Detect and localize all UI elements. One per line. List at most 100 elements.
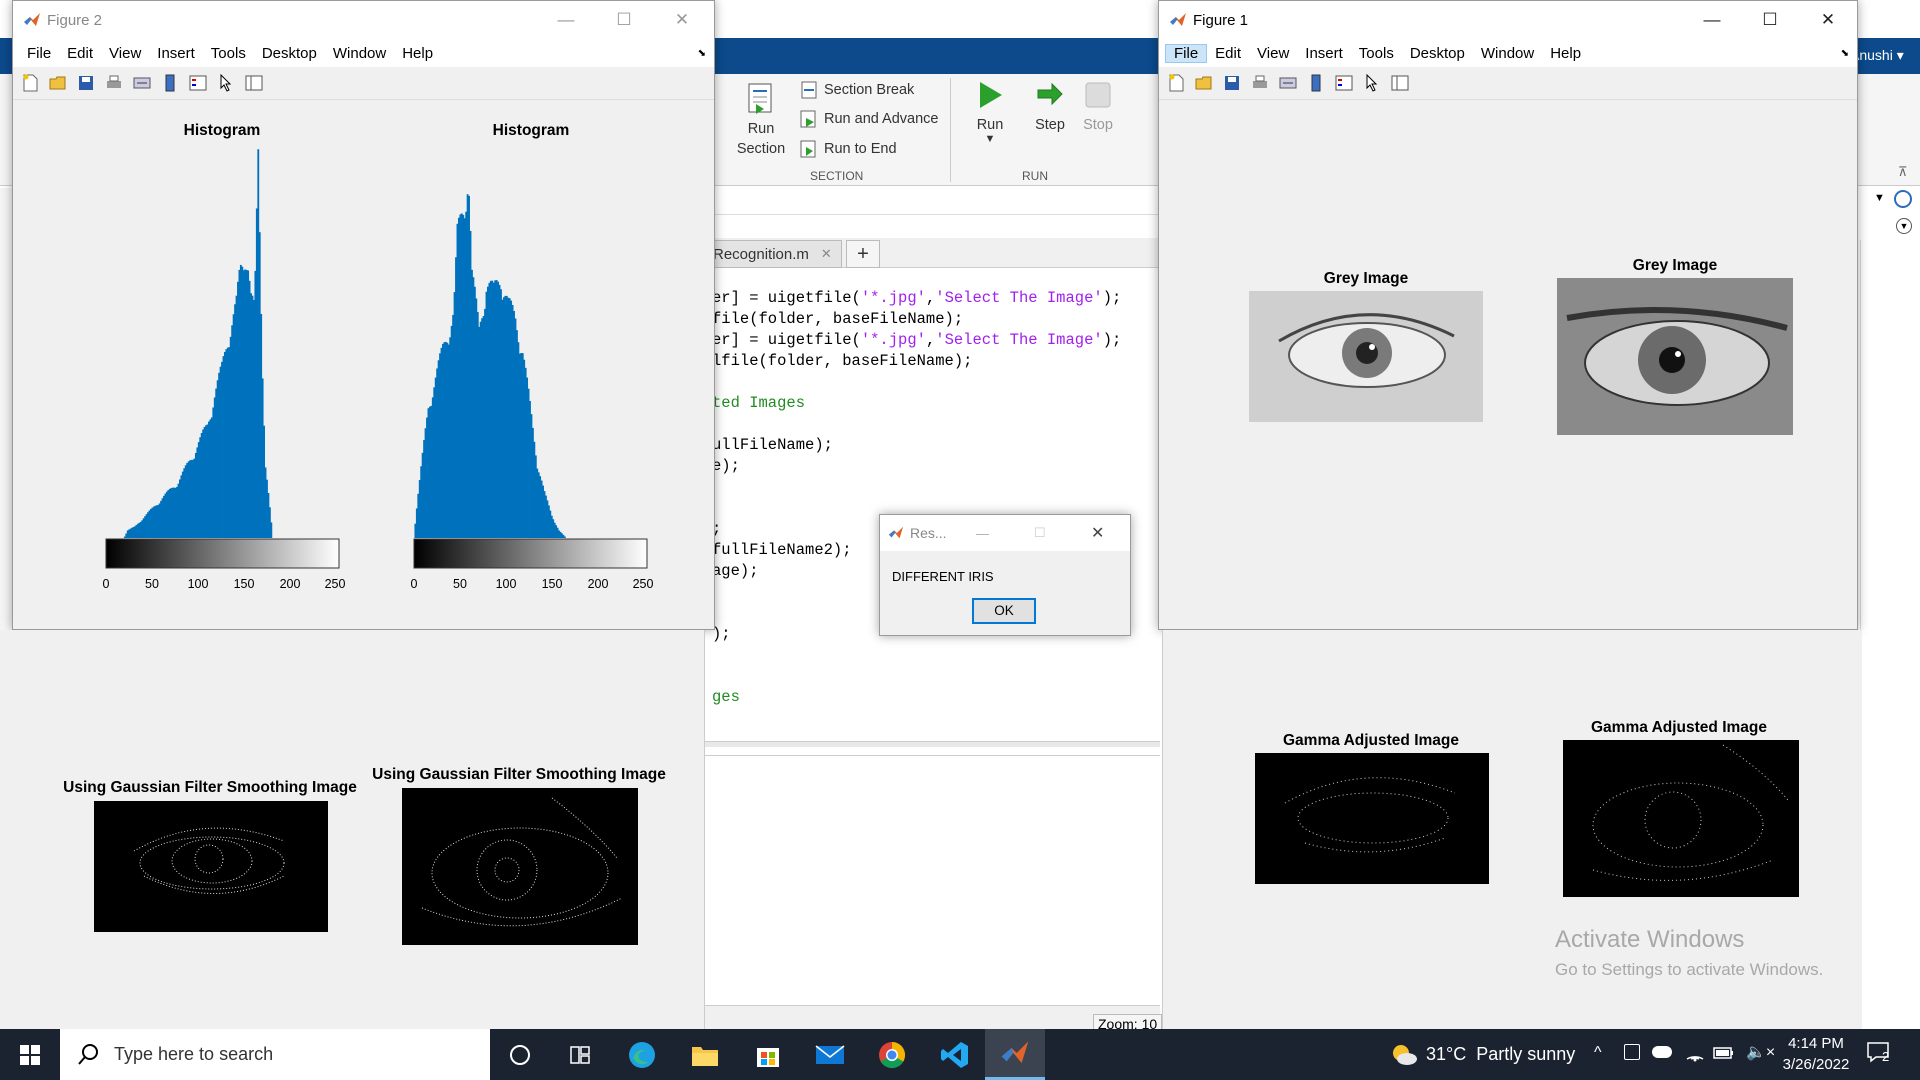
run-section-button[interactable]: Run Section xyxy=(733,78,789,162)
menu-file[interactable]: File xyxy=(1165,43,1208,63)
undock-icon[interactable]: ⬊ xyxy=(1833,48,1857,59)
new-figure-icon[interactable] xyxy=(19,72,41,94)
maximize-button[interactable]: ☐ xyxy=(1741,1,1799,39)
menu-edit[interactable]: Edit xyxy=(1207,45,1249,62)
editor-tab[interactable]: Recognition.m ✕ xyxy=(710,240,842,268)
menu-tools[interactable]: Tools xyxy=(203,45,254,62)
weather-widget[interactable]: 31°C Partly sunny xyxy=(1390,1029,1575,1080)
figure2-lower-area: Using Gaussian Filter Smoothing Image Us… xyxy=(0,630,705,1029)
menu-tools[interactable]: Tools xyxy=(1351,45,1402,62)
run-button[interactable]: Run ▼ xyxy=(965,80,1015,145)
print-icon[interactable] xyxy=(1249,72,1271,94)
file-explorer-button[interactable] xyxy=(675,1029,735,1080)
volume-muted-icon[interactable]: 🔈× xyxy=(1746,1042,1775,1062)
clock-time[interactable]: 4:14 PM xyxy=(1786,1035,1846,1052)
chrome-button[interactable] xyxy=(862,1029,922,1080)
matlab-logo-icon xyxy=(24,13,40,26)
colorbar-icon[interactable] xyxy=(159,72,181,94)
code-line: file(folder, baseFileName); xyxy=(712,310,964,328)
close-button[interactable]: ✕ xyxy=(653,1,711,39)
new-tab-button[interactable]: + xyxy=(846,240,880,268)
right-panel-collapse-icon[interactable]: ⊼ xyxy=(1898,164,1908,180)
mail-button[interactable] xyxy=(800,1029,860,1080)
result-dialog[interactable]: Res... — ☐ ✕ DIFFERENT IRIS OK xyxy=(879,514,1131,636)
user-account-menu[interactable]: Anushi ▾ xyxy=(1850,47,1904,64)
figure2-window[interactable]: Figure 2 — ☐ ✕ File Edit View Insert Too… xyxy=(12,0,715,630)
link-plot-icon[interactable] xyxy=(1277,72,1299,94)
cortana-button[interactable] xyxy=(490,1029,550,1080)
legend-icon[interactable] xyxy=(187,72,209,94)
edit-plot-arrow-icon[interactable] xyxy=(1361,72,1383,94)
print-icon[interactable] xyxy=(103,72,125,94)
dialog-minimize-button[interactable]: — xyxy=(976,526,989,541)
stop-button[interactable]: Stop xyxy=(1075,80,1121,133)
figure1-titlebar[interactable]: Figure 1 — ☐ ✕ xyxy=(1159,1,1857,39)
run-to-end-button[interactable]: Run to End xyxy=(800,138,897,160)
run-dropdown-icon[interactable]: ▼ xyxy=(965,133,1015,145)
menu-window[interactable]: Window xyxy=(325,45,394,62)
minimize-button[interactable]: — xyxy=(537,1,595,39)
menu-view[interactable]: View xyxy=(101,45,149,62)
start-button[interactable] xyxy=(0,1029,60,1080)
wifi-icon[interactable] xyxy=(1685,1043,1705,1063)
menu-desktop[interactable]: Desktop xyxy=(254,45,325,62)
dialog-close-button[interactable]: ✕ xyxy=(1091,523,1104,543)
right-panel-dropdown-icon[interactable]: ▼ xyxy=(1874,192,1885,204)
section-group-label: SECTION xyxy=(810,169,864,183)
menu-window[interactable]: Window xyxy=(1473,45,1542,62)
edge-browser-button[interactable] xyxy=(612,1029,672,1080)
right-panel-search-icon[interactable] xyxy=(1894,190,1912,208)
onedrive-icon[interactable] xyxy=(1652,1046,1672,1058)
cortana-circle-icon xyxy=(510,1044,530,1065)
notification-center-button[interactable]: 2 xyxy=(1866,1041,1900,1069)
menu-insert[interactable]: Insert xyxy=(1297,45,1351,62)
undock-icon[interactable]: ⬊ xyxy=(690,48,714,59)
figure1-window[interactable]: Figure 1 — ☐ ✕ File Edit View Insert Too… xyxy=(1158,0,1858,630)
meet-now-icon[interactable] xyxy=(1624,1044,1640,1060)
minimize-button[interactable]: — xyxy=(1683,1,1741,39)
open-file-icon[interactable] xyxy=(1193,72,1215,94)
property-inspector-icon[interactable] xyxy=(1389,72,1411,94)
menu-view[interactable]: View xyxy=(1249,45,1297,62)
new-figure-icon[interactable] xyxy=(1165,72,1187,94)
gaussian-image-2 xyxy=(402,788,638,945)
menu-edit[interactable]: Edit xyxy=(59,45,101,62)
close-button[interactable]: ✕ xyxy=(1799,1,1857,39)
legend-icon[interactable] xyxy=(1333,72,1355,94)
stop-label: Stop xyxy=(1083,117,1113,133)
battery-icon[interactable] xyxy=(1713,1046,1735,1060)
clock-date[interactable]: 3/26/2022 xyxy=(1772,1056,1860,1073)
command-window[interactable] xyxy=(705,755,1160,1005)
maximize-button[interactable]: ☐ xyxy=(595,1,653,39)
menu-insert[interactable]: Insert xyxy=(149,45,203,62)
editor-splitter[interactable] xyxy=(705,741,1160,747)
task-view-button[interactable] xyxy=(550,1029,610,1080)
step-button[interactable]: Step xyxy=(1027,80,1073,133)
edit-plot-arrow-icon[interactable] xyxy=(215,72,237,94)
dialog-titlebar[interactable]: Res... — ☐ ✕ xyxy=(880,515,1130,551)
save-icon[interactable] xyxy=(75,72,97,94)
colorbar-icon[interactable] xyxy=(1305,72,1327,94)
matlab-taskbar-button[interactable] xyxy=(985,1029,1045,1080)
run-and-advance-button[interactable]: Run and Advance xyxy=(800,108,938,130)
open-file-icon[interactable] xyxy=(47,72,69,94)
windows-logo-icon xyxy=(20,1044,40,1065)
gamma2-title: Gamma Adjusted Image xyxy=(1590,719,1768,736)
dialog-ok-button[interactable]: OK xyxy=(972,598,1036,624)
show-hidden-icons-chevron[interactable]: ^ xyxy=(1594,1044,1602,1062)
close-tab-icon[interactable]: ✕ xyxy=(821,246,832,262)
figure2-titlebar[interactable]: Figure 2 — ☐ ✕ xyxy=(13,1,714,39)
menu-file[interactable]: File xyxy=(19,45,59,62)
save-icon[interactable] xyxy=(1221,72,1243,94)
section-break-button[interactable]: Section Break xyxy=(800,79,914,101)
menu-desktop[interactable]: Desktop xyxy=(1402,45,1473,62)
link-plot-icon[interactable] xyxy=(131,72,153,94)
vscode-button[interactable] xyxy=(925,1029,985,1080)
property-inspector-icon[interactable] xyxy=(243,72,265,94)
taskbar-search-box[interactable]: Type here to search xyxy=(60,1029,490,1080)
menu-help[interactable]: Help xyxy=(1542,45,1589,62)
right-panel-expand-icon[interactable]: ▼ xyxy=(1896,218,1912,234)
menu-help[interactable]: Help xyxy=(394,45,441,62)
run-play-icon xyxy=(980,82,1002,108)
microsoft-store-button[interactable] xyxy=(738,1029,798,1080)
